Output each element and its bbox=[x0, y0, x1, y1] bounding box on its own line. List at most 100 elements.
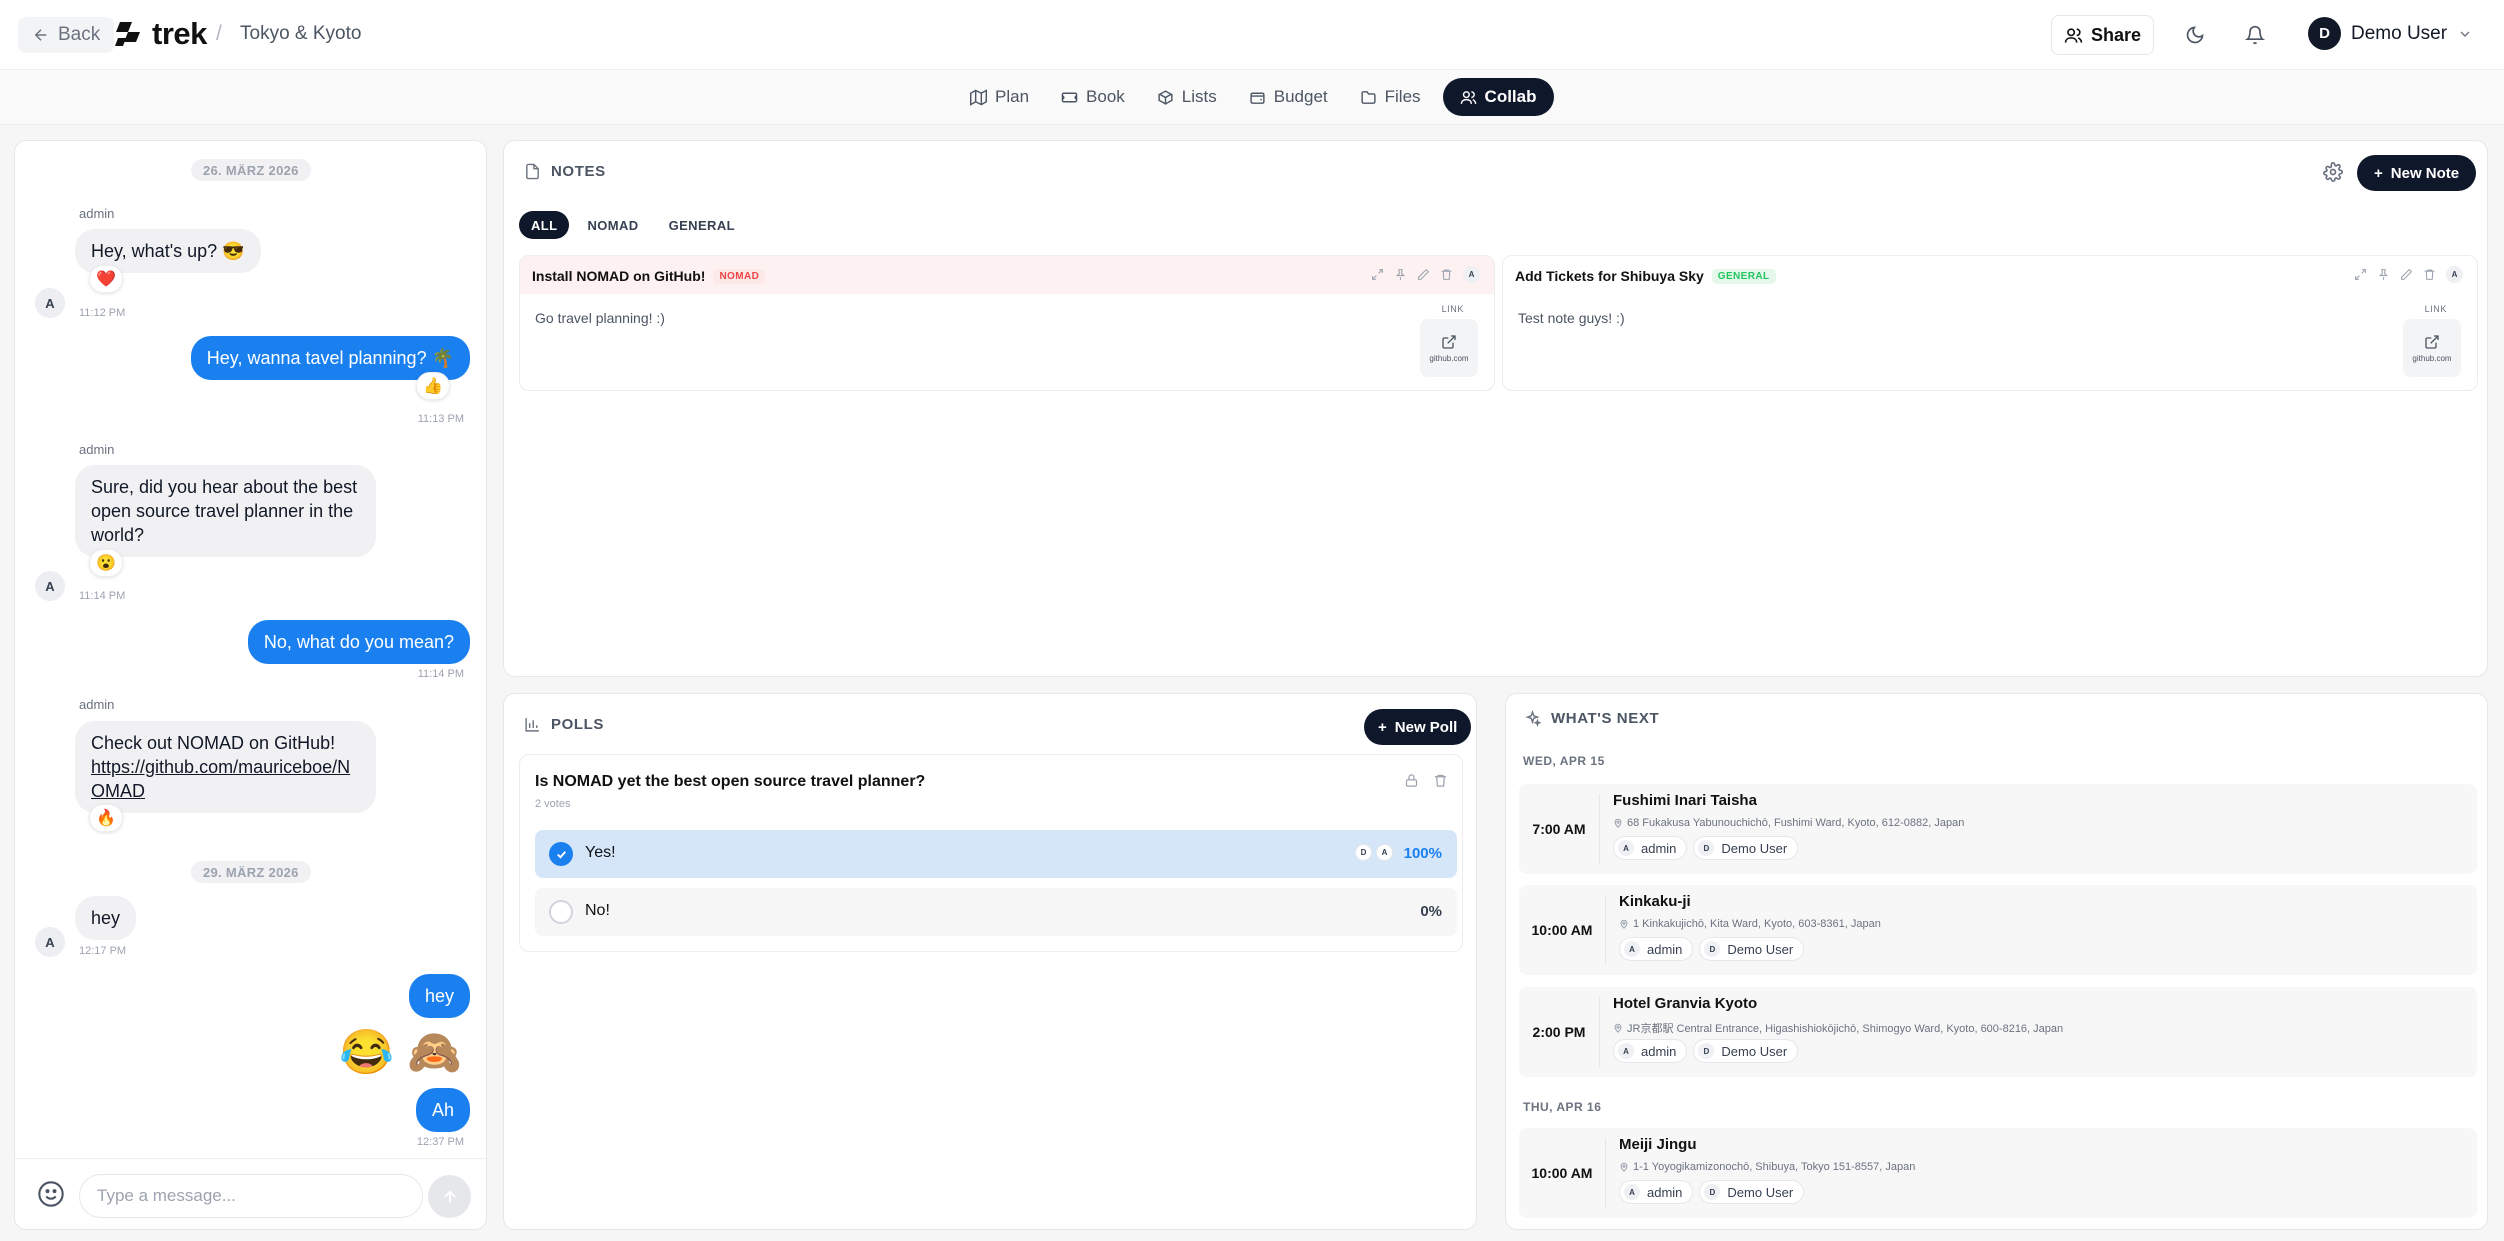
chevron-down-icon bbox=[2460, 31, 2470, 37]
whats-next-title: WHAT'S NEXT bbox=[1551, 710, 1660, 727]
message-bubble-outgoing: No, what do you mean? bbox=[247, 620, 470, 664]
event-name: Fushimi Inari Taisha bbox=[1613, 792, 1757, 809]
sparkles-icon bbox=[1525, 710, 1541, 727]
chat-composer bbox=[15, 1158, 486, 1229]
tab-plan[interactable]: Plan bbox=[960, 78, 1039, 116]
arrow-left-icon bbox=[34, 29, 47, 41]
new-note-button[interactable]: + New Note bbox=[2357, 155, 2477, 191]
dark-mode-toggle[interactable] bbox=[2180, 20, 2210, 50]
avatar: D bbox=[1698, 840, 1715, 856]
breadcrumb-separator: / bbox=[216, 22, 222, 45]
message-reaction[interactable]: ❤️ bbox=[89, 265, 123, 293]
edit-icon[interactable] bbox=[2400, 268, 2413, 281]
note-title: Add Tickets for Shibuya Sky bbox=[1515, 268, 1704, 284]
message-link[interactable]: OMAD bbox=[91, 779, 360, 803]
notifications-button[interactable] bbox=[2240, 20, 2270, 50]
polls-header: POLLS bbox=[524, 716, 604, 733]
check-icon bbox=[549, 842, 573, 866]
external-link-icon bbox=[2425, 334, 2439, 349]
trash-icon[interactable] bbox=[2423, 268, 2436, 281]
pin-icon[interactable] bbox=[2377, 268, 2390, 281]
trash-icon[interactable] bbox=[1440, 268, 1453, 281]
tab-collab[interactable]: Collab bbox=[1442, 78, 1554, 116]
event-participants: Aadmin D Demo User bbox=[1619, 937, 1805, 961]
divider bbox=[1605, 1138, 1606, 1208]
message-link[interactable]: https://github.com/mauriceboe/N bbox=[91, 755, 360, 779]
link-preview[interactable]: github.com bbox=[1420, 319, 1478, 377]
note-card[interactable]: Add Tickets for Shibuya Sky GENERAL A Te… bbox=[1502, 255, 2478, 391]
note-card[interactable]: Install NOMAD on GitHub! NOMAD A Go trav… bbox=[519, 255, 1495, 391]
message-input[interactable] bbox=[79, 1174, 423, 1218]
send-button[interactable] bbox=[428, 1175, 471, 1218]
map-pin-icon bbox=[1620, 919, 1628, 929]
gear-icon[interactable] bbox=[2323, 162, 2343, 182]
event-time: 10:00 AM bbox=[1531, 1165, 1593, 1181]
participant-chip: Aadmin bbox=[1613, 836, 1688, 860]
expand-icon[interactable] bbox=[2354, 268, 2367, 281]
filter-nomad[interactable]: NOMAD bbox=[575, 211, 650, 239]
note-filters: ALL NOMAD GENERAL bbox=[519, 211, 747, 239]
expand-icon[interactable] bbox=[1371, 268, 1384, 281]
poll-option[interactable]: No! 0% bbox=[535, 888, 1457, 936]
message-time: 11:13 PM bbox=[417, 413, 464, 425]
notes-title: NOTES bbox=[551, 163, 606, 180]
message-time: 11:12 PM bbox=[79, 307, 126, 319]
participant-chip: D Demo User bbox=[1699, 937, 1805, 961]
link-label: LINK bbox=[1441, 304, 1464, 314]
event-card[interactable]: 2:00 PM Hotel Granvia Kyoto JR京都駅 Centra… bbox=[1519, 987, 2477, 1077]
map-pin-icon bbox=[1620, 1162, 1628, 1172]
users-icon bbox=[2064, 27, 2083, 43]
filter-general[interactable]: GENERAL bbox=[657, 211, 747, 239]
bell-icon bbox=[2245, 25, 2265, 45]
participant-name: admin bbox=[1647, 941, 1683, 957]
message-sender: admin bbox=[79, 697, 115, 712]
new-poll-label: New Poll bbox=[1394, 718, 1458, 736]
user-avatar: D bbox=[2308, 17, 2341, 50]
link-preview[interactable]: github.com bbox=[2403, 319, 2461, 377]
chat-panel: 26. MÄRZ 2026 admin Hey, what's up? 😎 ❤️… bbox=[14, 140, 487, 1230]
message-reaction[interactable]: 🔥 bbox=[89, 804, 123, 832]
participant-name: Demo User bbox=[1727, 941, 1794, 957]
lock-icon[interactable] bbox=[1404, 773, 1419, 788]
edit-icon[interactable] bbox=[1417, 268, 1430, 281]
participant-name: admin bbox=[1647, 1184, 1683, 1200]
event-card[interactable]: 7:00 AM Fushimi Inari Taisha 68 Fukakusa… bbox=[1519, 784, 2477, 874]
participant-chip: Aadmin bbox=[1619, 1180, 1694, 1204]
event-time: 7:00 AM bbox=[1532, 821, 1586, 837]
message-time: 11:14 PM bbox=[417, 668, 464, 680]
bar-chart-icon bbox=[525, 718, 539, 732]
tab-files[interactable]: Files bbox=[1350, 78, 1431, 116]
trip-name: Tokyo & Kyoto bbox=[240, 23, 362, 44]
message-time: 12:17 PM bbox=[79, 945, 127, 957]
share-button[interactable]: Share bbox=[2051, 15, 2154, 55]
message-reaction[interactable]: 😮 bbox=[89, 549, 123, 577]
event-participants: Aadmin D Demo User bbox=[1613, 1039, 1799, 1063]
wallet-icon bbox=[1250, 92, 1265, 104]
smile-icon[interactable] bbox=[37, 1180, 65, 1208]
trash-icon[interactable] bbox=[1433, 773, 1448, 788]
user-name: Demo User bbox=[2351, 22, 2448, 44]
tab-label: Files bbox=[1384, 87, 1421, 106]
trek-logo[interactable]: trek bbox=[114, 16, 207, 52]
new-poll-button[interactable]: + New Poll bbox=[1364, 709, 1472, 745]
link-label: LINK bbox=[2424, 304, 2447, 314]
message-reaction[interactable]: 👍 bbox=[416, 372, 450, 400]
date-divider: 26. MÄRZ 2026 bbox=[191, 159, 311, 181]
tab-lists[interactable]: Lists bbox=[1147, 78, 1227, 116]
poll-option[interactable]: Yes! D A 100% bbox=[535, 830, 1457, 878]
folder-icon bbox=[1361, 90, 1376, 104]
note-icon bbox=[526, 163, 539, 180]
pin-icon[interactable] bbox=[1394, 268, 1407, 281]
filter-all[interactable]: ALL bbox=[519, 211, 570, 239]
link-domain: github.com bbox=[2412, 353, 2452, 363]
link-domain: github.com bbox=[1429, 353, 1469, 363]
event-card[interactable]: 10:00 AM Meiji Jingu 1-1 Yoyogikamizonoc… bbox=[1519, 1128, 2477, 1218]
avatar: D bbox=[1704, 1184, 1721, 1200]
tab-budget[interactable]: Budget bbox=[1239, 78, 1338, 116]
event-address: 68 Fukakusa Yabunouchichō, Fushimi Ward,… bbox=[1613, 817, 1964, 829]
tab-book[interactable]: Book bbox=[1051, 78, 1135, 116]
user-menu[interactable]: D Demo User bbox=[2308, 17, 2473, 50]
back-button[interactable]: Back bbox=[18, 17, 115, 53]
notes-panel: NOTES + New Note ALL NOMAD GENERAL Insta… bbox=[503, 140, 2488, 677]
event-card[interactable]: 10:00 AM Kinkaku-ji 1 Kinkakujichō, Kita… bbox=[1519, 885, 2477, 975]
